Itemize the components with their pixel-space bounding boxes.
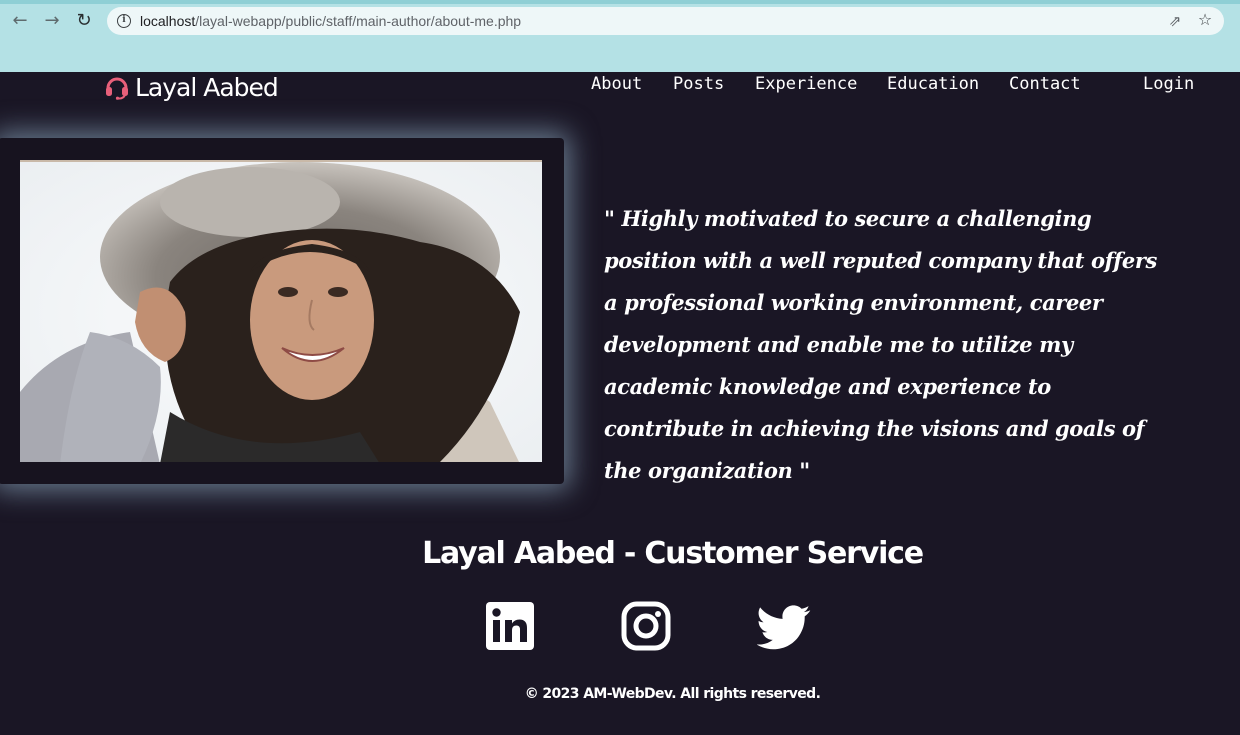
role-title: Layal Aabed - Customer Service [422,536,924,571]
mission-quote: " Highly motivated to secure a challengi… [604,206,1157,483]
url-text[interactable]: localhost/layal-webapp/public/staff/main… [140,13,521,29]
reload-icon[interactable]: ↻ [72,9,96,33]
nav-login[interactable]: Login [1143,74,1194,94]
nav-education[interactable]: Education [887,74,979,94]
copyright: © 2023 AM-WebDev. All rights reserved. [524,686,821,702]
forward-arrow-icon[interactable]: → [40,9,64,33]
profile-photo [20,160,542,462]
address-bar[interactable]: i localhost/layal-webapp/public/staff/ma… [107,7,1224,35]
profile-photo-illustration [20,162,542,462]
nav-experience[interactable]: Experience [755,74,857,94]
instagram-icon[interactable] [620,600,674,654]
nav-posts[interactable]: Posts [673,74,724,94]
share-icon[interactable]: ⇗ [1166,12,1184,30]
tab-strip [0,0,1240,4]
main-nav: About Posts Experience Education Contact… [0,74,1240,96]
back-arrow-icon[interactable]: ← [8,9,32,33]
bookmark-star-icon[interactable]: ☆ [1196,11,1214,29]
linkedin-icon[interactable] [484,600,538,654]
nav-about[interactable]: About [591,74,642,94]
nav-contact[interactable]: Contact [1009,74,1081,94]
url-path: /layal-webapp/public/staff/main-author/a… [195,13,522,29]
site-info-icon[interactable]: i [117,14,131,28]
browser-chrome: ← → ↻ i localhost/layal-webapp/public/st… [0,0,1240,72]
twitter-icon[interactable] [756,600,811,654]
url-host: localhost [140,13,196,29]
